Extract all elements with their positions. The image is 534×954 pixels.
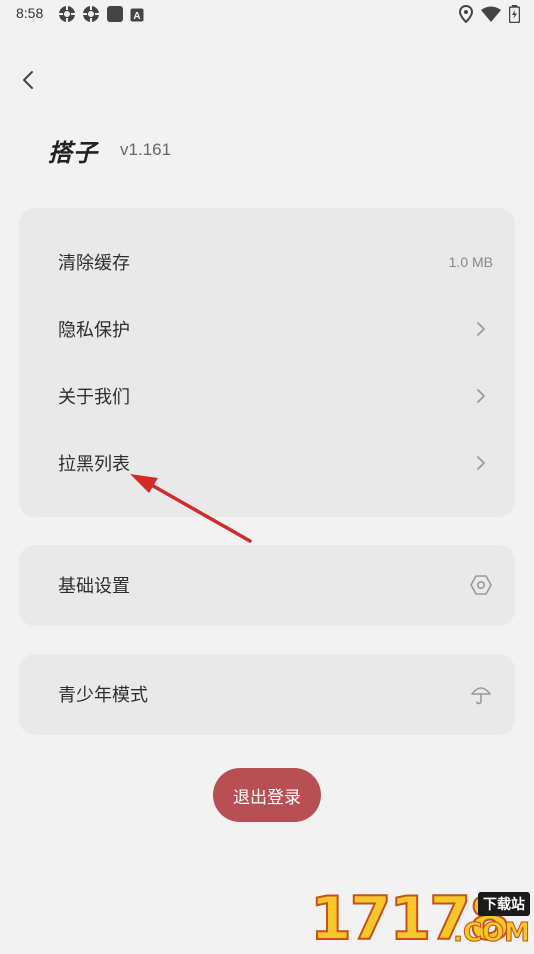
- basic-settings-label: 基础设置: [58, 576, 130, 597]
- settings-gear-icon: [58, 5, 76, 27]
- watermark-badge: 下载站: [478, 892, 530, 916]
- logout-button[interactable]: 退出登录: [213, 768, 321, 822]
- status-system-icons: [458, 4, 521, 27]
- square-notification-icon: [106, 5, 124, 27]
- basic-settings-card: 基础设置: [19, 545, 515, 626]
- chevron-right-icon: [469, 451, 493, 475]
- about-us-row[interactable]: 关于我们: [19, 363, 515, 429]
- blocklist-label: 拉黑列表: [58, 454, 130, 475]
- watermark-suffix: .COM: [453, 918, 531, 949]
- privacy-protection-row[interactable]: 隐私保护: [19, 296, 515, 362]
- svg-text:A: A: [133, 11, 140, 22]
- youth-mode-card: 青少年模式: [19, 654, 515, 735]
- umbrella-icon: [469, 682, 493, 706]
- status-bar: 8:58 A: [0, 0, 534, 28]
- site-watermark: 17178 下载站 .COM: [308, 887, 534, 951]
- settings-gear-icon: [82, 5, 100, 27]
- keyboard-a-icon: A: [130, 7, 144, 26]
- status-notification-icons: A: [58, 5, 144, 27]
- back-button[interactable]: [14, 68, 42, 96]
- blocklist-row[interactable]: 拉黑列表: [19, 430, 515, 496]
- privacy-protection-label: 隐私保护: [58, 320, 130, 341]
- youth-mode-row[interactable]: 青少年模式: [19, 661, 515, 727]
- youth-mode-label: 青少年模式: [58, 685, 148, 706]
- app-header: 搭子 v1.161: [48, 133, 171, 167]
- chevron-right-icon: [469, 384, 493, 408]
- location-pin-icon: [458, 4, 474, 27]
- cache-size-value: 1.0 MB: [448, 254, 493, 270]
- wifi-icon: [481, 6, 501, 26]
- status-time: 8:58: [16, 5, 44, 21]
- about-us-label: 关于我们: [58, 387, 130, 408]
- clear-cache-label: 清除缓存: [58, 253, 130, 274]
- settings-card: 清除缓存 1.0 MB 隐私保护 关于我们 拉黑列表: [19, 208, 515, 517]
- hexagon-settings-icon: [469, 573, 493, 597]
- app-version: v1.161: [120, 140, 172, 159]
- clear-cache-row[interactable]: 清除缓存 1.0 MB: [19, 229, 515, 295]
- battery-charging-icon: [508, 5, 521, 27]
- basic-settings-row[interactable]: 基础设置: [19, 552, 515, 618]
- chevron-left-icon: [21, 70, 35, 94]
- app-name: 搭子: [48, 137, 98, 167]
- chevron-right-icon: [469, 317, 493, 341]
